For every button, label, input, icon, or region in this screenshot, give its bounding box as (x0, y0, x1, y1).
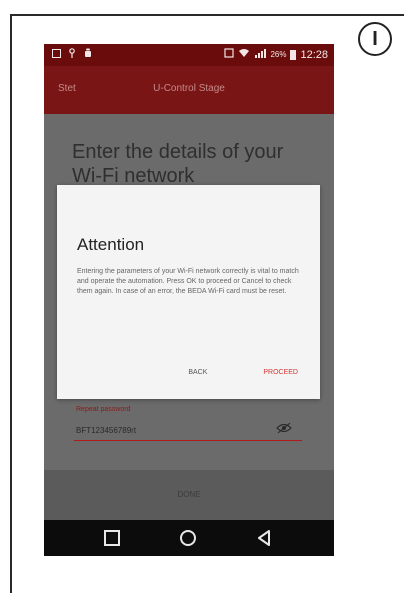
android-icon (83, 48, 93, 58)
password-underline (74, 440, 302, 441)
repeat-password-label: Repeat password (76, 406, 131, 413)
page-frame-left (10, 14, 12, 593)
dialog-title: Attention (77, 235, 145, 254)
repeat-password-input[interactable]: BFT123456789rt (76, 426, 136, 435)
eye-icon[interactable] (276, 421, 292, 434)
step-badge: I (358, 22, 392, 56)
dialog-message: Entering the parameters of your Wi-Fi ne… (77, 268, 299, 295)
nav-home-icon[interactable] (180, 530, 196, 546)
system-nav-bar (44, 520, 334, 556)
proceed-button[interactable]: PROCEED (263, 369, 298, 376)
wifi-icon (238, 48, 250, 61)
app-bar: Stet U-Control Stage (44, 66, 334, 114)
back-button[interactable]: BACK (188, 369, 207, 376)
location-icon (69, 48, 75, 58)
nav-back-icon[interactable] (256, 530, 272, 546)
phone-screen: 26% 12:28 Stet U-Control Stage Enter the… (44, 44, 334, 556)
battery-icon (290, 49, 297, 60)
status-icons-left (52, 48, 93, 58)
status-icons-right: 26% 12:28 (224, 48, 328, 61)
screen-icon (224, 48, 235, 61)
nav-recent-icon[interactable] (104, 530, 120, 546)
page-frame-top (10, 14, 404, 16)
status-bar: 26% 12:28 (44, 44, 334, 66)
attention-dialog: Attention Entering the parameters of you… (57, 185, 320, 399)
app-title: U-Control Stage (153, 83, 225, 94)
signal-icon (254, 48, 267, 61)
clock: 12:28 (300, 48, 328, 61)
battery-percent: 26% (270, 50, 287, 59)
done-button[interactable]: DONE (44, 470, 334, 520)
page-title: Enter the details of your Wi-Fi network (72, 141, 284, 187)
image-icon (52, 49, 61, 58)
dialog-actions: BACK PROCEED (188, 369, 298, 376)
